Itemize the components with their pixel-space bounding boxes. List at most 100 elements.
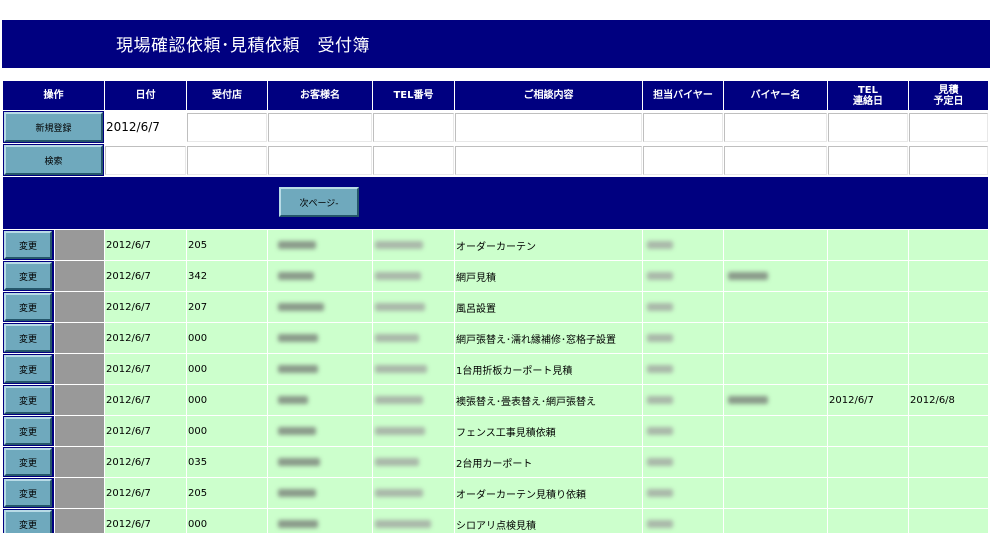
row-tel-day — [827, 477, 909, 509]
row-date: 2012/6/7 — [104, 415, 187, 447]
row-marker-cell — [54, 353, 105, 385]
row-consult: フェンス工事見積依頼 — [454, 415, 643, 447]
row-store: 205 — [186, 477, 268, 509]
row-estimate-day — [908, 353, 989, 385]
table-row: 変更 2012/6/7 000 1台用折板カーポート見積 — [2, 353, 989, 385]
register-table: 操作 日付 受付店 お客様名 TEL番号 ご相談内容 担当バイヤー バイヤー名 … — [2, 80, 989, 533]
table-row: 変更 2012/6/7 035 2台用カーポート — [2, 446, 989, 478]
buyer-name-redacted — [728, 271, 768, 280]
row-marker-cell — [54, 322, 105, 354]
row-store: 205 — [186, 229, 268, 261]
row-consult: 網戸張替え･濡れ縁補修･窓格子設置 — [454, 322, 643, 354]
navigation-band — [2, 176, 989, 230]
search-customer-field[interactable] — [268, 145, 372, 175]
col-header-tel: TEL番号 — [372, 80, 455, 111]
search-estimate-day-field[interactable] — [909, 145, 988, 175]
new-entry-estimate-day-field[interactable] — [909, 112, 988, 142]
row-consult: 1台用折板カーポート見積 — [454, 353, 643, 385]
row-tel-day — [827, 260, 909, 292]
new-entry-tel-day-field[interactable] — [828, 112, 908, 142]
row-marker-cell — [54, 384, 105, 416]
new-entry-customer-field[interactable] — [268, 112, 372, 142]
buyer-in-charge-redacted — [647, 457, 673, 466]
next-page-button[interactable]: 次ページ- — [279, 187, 359, 217]
buyer-in-charge-redacted — [647, 240, 673, 249]
buyer-in-charge-redacted — [647, 333, 673, 342]
row-date: 2012/6/7 — [104, 446, 187, 478]
row-date: 2012/6/7 — [104, 291, 187, 323]
edit-button[interactable]: 変更 — [4, 324, 52, 352]
tel-redacted — [375, 488, 423, 497]
buyer-in-charge-redacted — [647, 395, 673, 404]
customer-name-redacted — [278, 457, 320, 466]
new-entry-buyer-in-charge-field[interactable] — [643, 112, 723, 142]
edit-button[interactable]: 変更 — [4, 262, 52, 290]
search-tel-day-field[interactable] — [828, 145, 908, 175]
search-button[interactable]: 検索 — [4, 145, 103, 175]
tel-redacted — [375, 333, 419, 342]
new-entry-buyer-name-field[interactable] — [724, 112, 827, 142]
col-header-store: 受付店 — [186, 80, 268, 111]
search-buyer-name-field[interactable] — [724, 145, 827, 175]
edit-button[interactable]: 変更 — [4, 510, 52, 533]
row-estimate-day — [908, 322, 989, 354]
row-consult: 風呂設置 — [454, 291, 643, 323]
row-consult: オーダーカーテン — [454, 229, 643, 261]
customer-name-redacted — [278, 302, 324, 311]
row-date: 2012/6/7 — [104, 508, 187, 533]
edit-button[interactable]: 変更 — [4, 293, 52, 321]
edit-button[interactable]: 変更 — [4, 479, 52, 507]
row-marker-cell — [54, 508, 105, 533]
row-date: 2012/6/7 — [104, 384, 187, 416]
new-entry-consult-field[interactable] — [455, 112, 642, 142]
table-row: 変更 2012/6/7 205 オーダーカーテン — [2, 229, 989, 261]
table-row: 変更 2012/6/7 000 襖張替え･畳表替え･網戸張替え 2012/6/7 2012… — [2, 384, 989, 416]
edit-button[interactable]: 変更 — [4, 417, 52, 445]
new-entry-row: 新規登録 2012/6/7 — [2, 110, 989, 144]
row-store: 000 — [186, 508, 268, 533]
col-header-customer: お客様名 — [267, 80, 373, 111]
search-store-field[interactable] — [187, 145, 267, 175]
tel-redacted — [375, 519, 431, 528]
edit-button[interactable]: 変更 — [4, 386, 52, 414]
row-date: 2012/6/7 — [104, 229, 187, 261]
row-marker-cell — [54, 291, 105, 323]
row-consult: シロアリ点検見積 — [454, 508, 643, 533]
search-date-field[interactable] — [105, 145, 186, 175]
row-store: 207 — [186, 291, 268, 323]
row-estimate-day: 2012/6/8 — [908, 384, 989, 416]
col-header-tel-contact-day: TEL 連絡日 — [827, 80, 909, 111]
page-title: 現場確認依頼･見積依頼 受付簿 — [116, 36, 370, 56]
edit-button[interactable]: 変更 — [4, 448, 52, 476]
customer-name-redacted — [278, 488, 316, 497]
col-header-buyer-name: バイヤー名 — [723, 80, 828, 111]
row-marker-cell — [54, 477, 105, 509]
row-tel-day — [827, 291, 909, 323]
col-header-consult: ご相談内容 — [454, 80, 643, 111]
new-entry-store-field[interactable] — [187, 112, 267, 142]
row-date: 2012/6/7 — [104, 353, 187, 385]
customer-name-redacted — [278, 240, 316, 249]
title-bar: 現場確認依頼･見積依頼 受付簿 — [2, 20, 990, 68]
row-tel-day — [827, 446, 909, 478]
search-buyer-in-charge-field[interactable] — [643, 145, 723, 175]
col-header-estimate-day: 見積 予定日 — [908, 80, 989, 111]
new-register-button[interactable]: 新規登録 — [4, 112, 103, 142]
row-consult: 網戸見積 — [454, 260, 643, 292]
edit-button[interactable]: 変更 — [4, 355, 52, 383]
row-estimate-day — [908, 508, 989, 533]
table-row: 変更 2012/6/7 205 オーダーカーテン見積り依頼 — [2, 477, 989, 509]
edit-button[interactable]: 変更 — [4, 231, 52, 259]
new-entry-tel-field[interactable] — [373, 112, 454, 142]
search-consult-field[interactable] — [455, 145, 642, 175]
new-entry-date-field[interactable]: 2012/6/7 — [104, 110, 187, 144]
row-store: 000 — [186, 384, 268, 416]
customer-name-redacted — [278, 395, 308, 404]
search-tel-field[interactable] — [373, 145, 454, 175]
row-estimate-day — [908, 229, 989, 261]
customer-name-redacted — [278, 333, 318, 342]
tel-redacted — [375, 240, 423, 249]
customer-name-redacted — [278, 271, 314, 280]
row-tel-day — [827, 415, 909, 447]
table-row: 変更 2012/6/7 000 シロアリ点検見積 — [2, 508, 989, 533]
